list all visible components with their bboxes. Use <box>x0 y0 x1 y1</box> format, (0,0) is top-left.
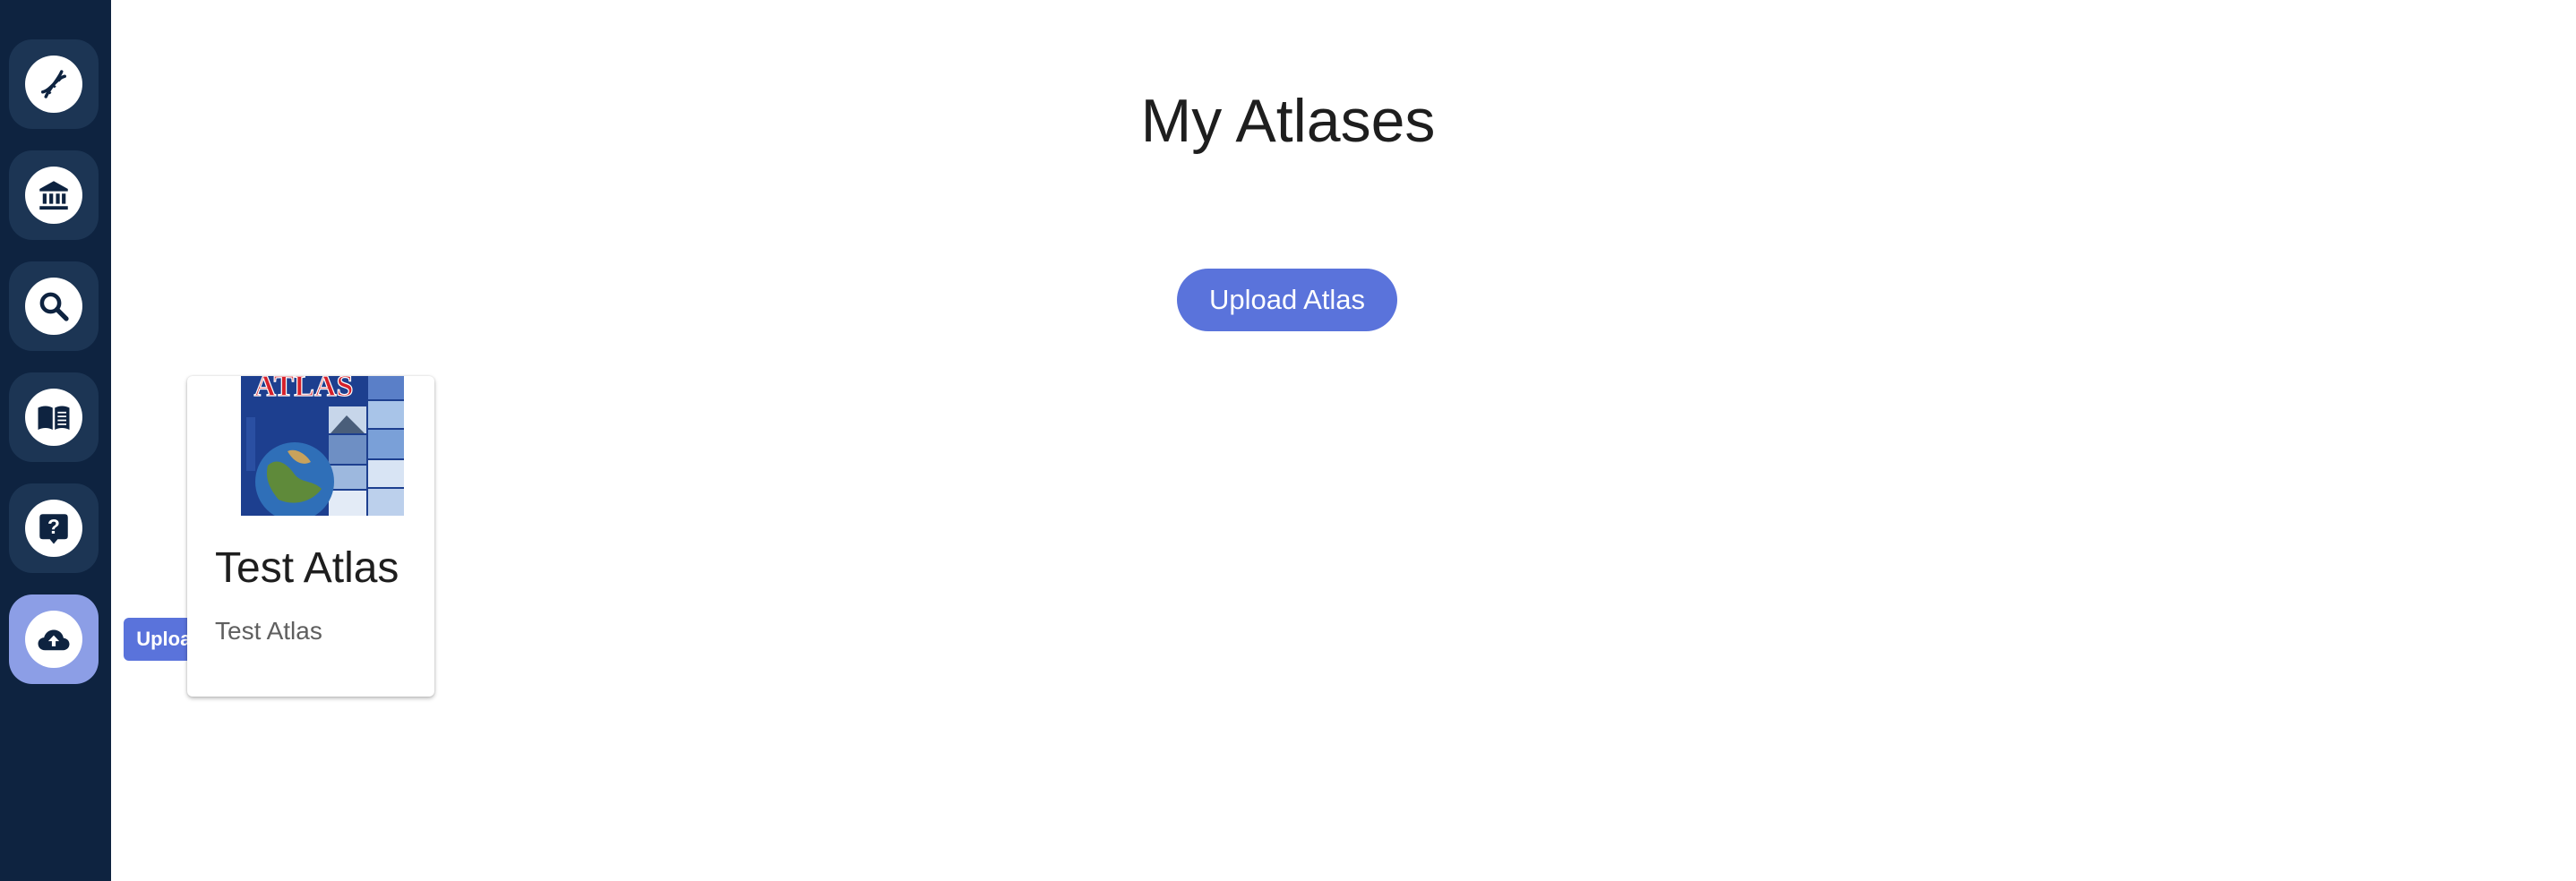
sidebar: ? <box>0 0 111 881</box>
atlas-card[interactable]: ATLAS Test Atlas Test Atlas <box>187 376 434 697</box>
nav-circle <box>25 611 82 668</box>
atlas-card-title: Test Atlas <box>215 544 399 592</box>
nav-circle <box>25 56 82 113</box>
page-title: My Atlases <box>1140 87 1436 155</box>
nav-circle <box>25 389 82 446</box>
bank-icon <box>39 181 68 210</box>
nav-search-button[interactable] <box>9 261 99 351</box>
svg-text:?: ? <box>47 515 60 538</box>
nav-institution-button[interactable] <box>9 150 99 240</box>
nav-help-button[interactable]: ? <box>9 483 99 573</box>
main-content: My Atlases Upload Atlas ATLAS Test Atlas… <box>111 0 2576 881</box>
book-icon <box>38 406 70 430</box>
cloud-upload-icon <box>38 629 70 651</box>
atlas-cover-image: ATLAS <box>241 376 404 516</box>
nav-upload-button[interactable] <box>9 594 99 684</box>
nav-dna-button[interactable] <box>9 39 99 129</box>
nav-circle <box>25 167 82 224</box>
nav-book-button[interactable] <box>9 372 99 462</box>
atlas-card-description: Test Atlas <box>215 617 322 645</box>
search-icon <box>39 292 69 321</box>
nav-circle <box>25 278 82 335</box>
nav-circle: ? <box>25 500 82 557</box>
help-icon: ? <box>39 514 68 544</box>
dna-icon <box>41 70 66 98</box>
upload-atlas-button[interactable]: Upload Atlas <box>1177 269 1397 331</box>
atlas-cover-text: ATLAS <box>254 376 354 403</box>
